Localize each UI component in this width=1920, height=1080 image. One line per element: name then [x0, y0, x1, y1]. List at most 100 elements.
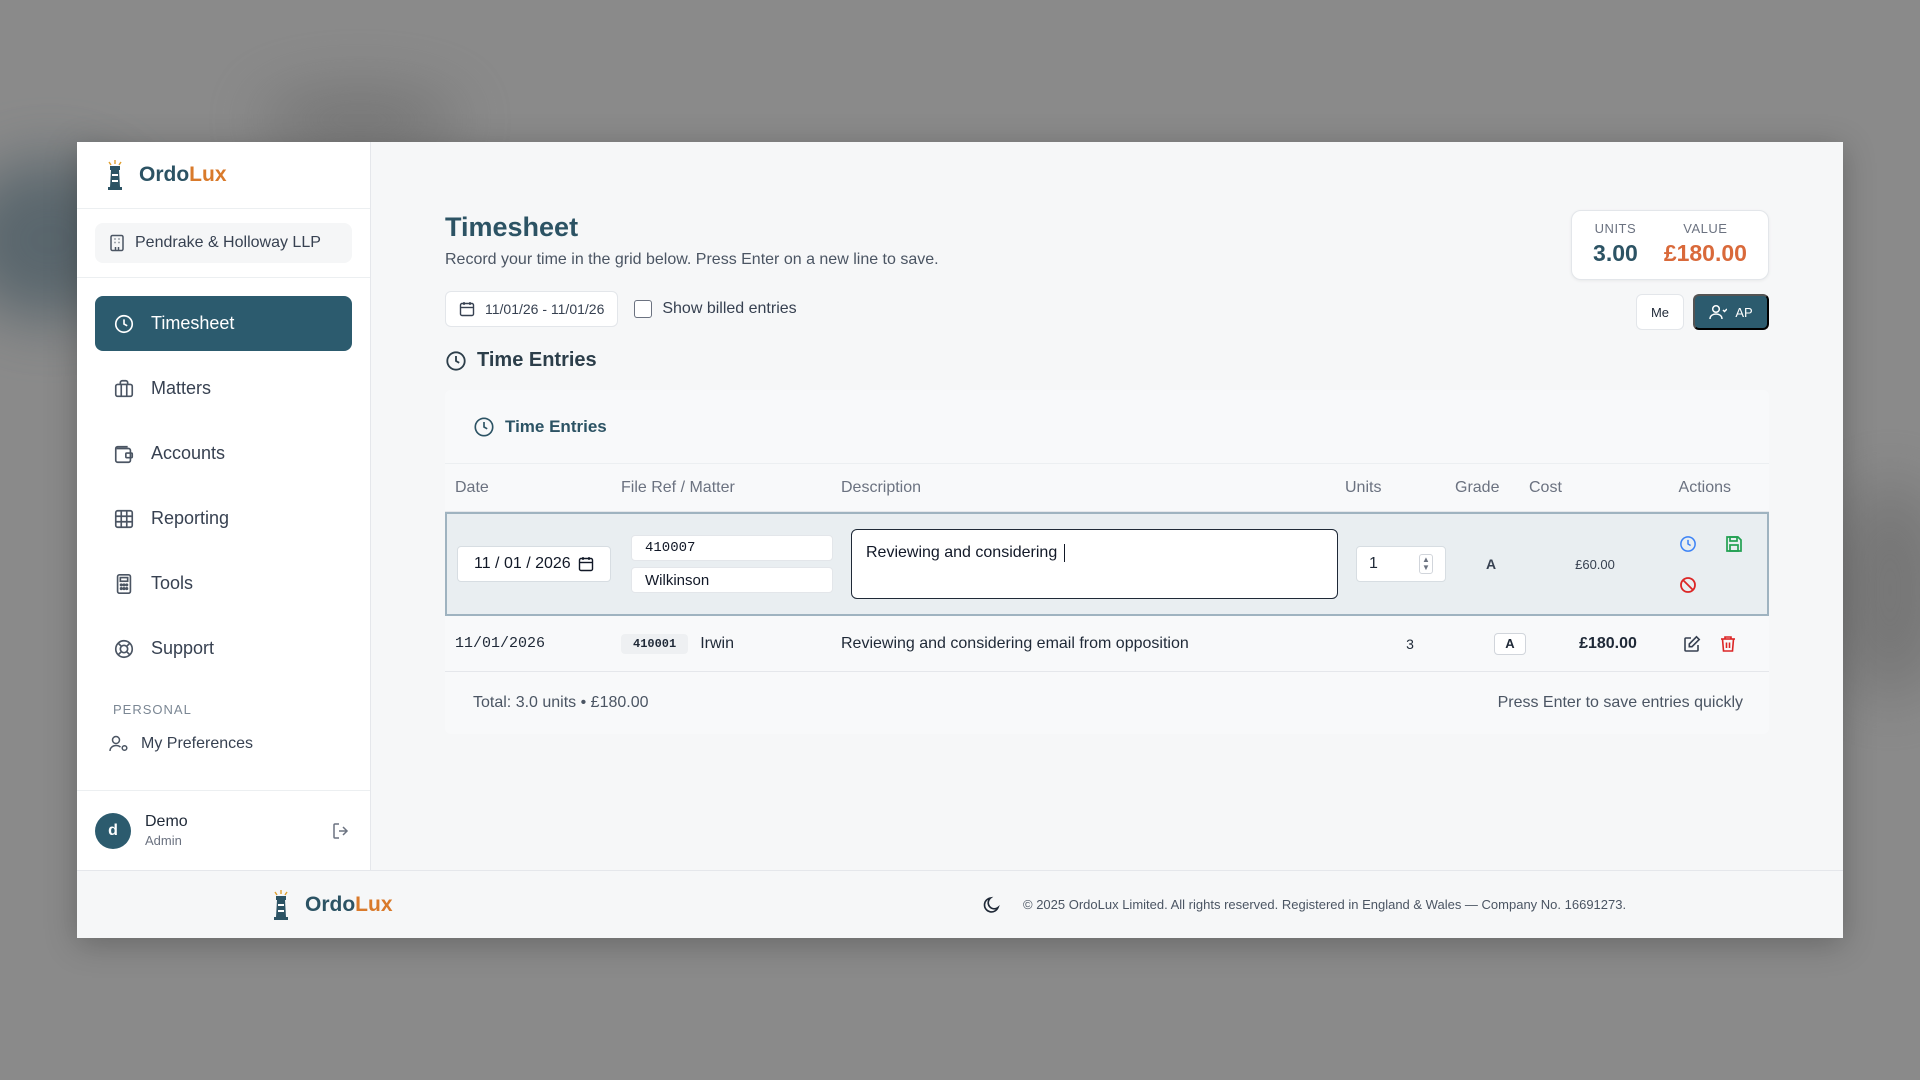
clock-icon: [474, 416, 494, 437]
entry-date-input[interactable]: 11 / 01 / 2026: [457, 546, 611, 582]
units-value: 3.00: [1593, 240, 1638, 266]
date-range-picker[interactable]: 11/01/26 - 11/01/26: [445, 291, 619, 327]
logout-icon: [333, 822, 349, 839]
sidebar-logo[interactable]: OrdoLux: [77, 142, 370, 209]
section-heading: Time Entries: [445, 349, 1769, 372]
row-units: 3: [1406, 635, 1414, 652]
dark-mode-toggle[interactable]: [983, 896, 1001, 914]
description-text: Reviewing and considering: [866, 544, 1062, 562]
building-icon: [110, 234, 124, 252]
file-ref-badge: 410001: [621, 633, 689, 654]
moon-icon: [983, 896, 1000, 913]
trash-icon: [1721, 635, 1735, 652]
nav-item-accounts[interactable]: Accounts: [95, 426, 352, 481]
nav-item-tools[interactable]: Tools: [95, 556, 352, 611]
user-meta: Demo Admin: [145, 813, 332, 848]
ap-button[interactable]: AP: [1693, 294, 1769, 330]
show-billed-checkbox[interactable]: [634, 300, 653, 318]
row-matter: Irwin: [700, 634, 734, 652]
units-stat: UNITS 3.00: [1593, 221, 1638, 279]
nav-item-preferences[interactable]: My Preferences: [109, 735, 370, 753]
app-window: OrdoLux Pendrake & Holloway LLP Timeshee: [77, 142, 1843, 938]
text-caret: [1063, 544, 1065, 562]
nav-item-label: Tools: [151, 573, 194, 593]
nav-item-timesheet[interactable]: Timesheet: [95, 296, 352, 351]
footer-info: © 2025 OrdoLux Limited. All rights reser…: [983, 896, 1626, 914]
value-stat: VALUE £180.00: [1664, 221, 1747, 279]
nav-item-matters[interactable]: Matters: [95, 361, 352, 416]
logout-button[interactable]: [332, 822, 350, 840]
units-value: 1: [1369, 555, 1378, 572]
file-ref-input[interactable]: 410007: [631, 535, 833, 561]
new-entry-actions: [1654, 532, 1767, 597]
user-profile: d Demo Admin: [77, 790, 370, 870]
row-cost: £180.00: [1579, 634, 1637, 652]
units-stepper[interactable]: 1 ▲ ▼: [1356, 546, 1446, 582]
clock-icon: [1679, 535, 1696, 552]
column-header-actions: Actions: [1678, 478, 1731, 496]
column-header-cost: Cost: [1529, 478, 1562, 496]
panel-title: Time Entries: [505, 416, 607, 436]
edit-icon: [1684, 635, 1701, 652]
save-icon: [1725, 535, 1742, 552]
grade-badge: A: [1494, 632, 1526, 655]
me-button[interactable]: Me: [1636, 294, 1684, 330]
timer-button[interactable]: [1676, 532, 1700, 556]
footer: OrdoLux © 2025 OrdoLux Limited. All righ…: [77, 870, 1843, 938]
grade-value: A: [1485, 556, 1497, 572]
firm-selector[interactable]: Pendrake & Holloway LLP: [95, 223, 352, 263]
briefcase-icon: [114, 379, 134, 397]
brand-name: OrdoLux: [139, 163, 227, 186]
row-file-ref: 410001 Irwin: [621, 633, 841, 654]
value-amount: £180.00: [1663, 240, 1747, 266]
delete-button[interactable]: [1719, 635, 1737, 653]
cost-value: £60.00: [1575, 556, 1615, 572]
description-input[interactable]: Reviewing and considering: [851, 529, 1338, 599]
edit-button[interactable]: [1683, 635, 1701, 653]
units-spinner[interactable]: ▲ ▼: [1419, 554, 1433, 574]
cancel-button[interactable]: [1676, 573, 1700, 597]
lighthouse-icon: [108, 160, 122, 190]
units-label: UNITS: [1594, 221, 1637, 236]
nav-item-support[interactable]: Support: [95, 621, 352, 676]
calendar-icon: [459, 302, 475, 317]
nav-item-reporting[interactable]: Reporting: [95, 491, 352, 546]
user-name: Demo: [145, 813, 188, 830]
clock-icon: [114, 314, 134, 333]
panel-header: Time Entries: [445, 390, 1769, 464]
backdrop-blur: [260, 90, 460, 150]
avatar[interactable]: d: [95, 812, 131, 849]
nav-item-label: Reporting: [151, 508, 230, 528]
ban-icon: [1679, 576, 1696, 593]
column-header-grade: Grade: [1455, 478, 1500, 496]
user-filter-toggle: Me AP: [1636, 294, 1769, 330]
footer-brand-name: OrdoLux: [305, 892, 393, 916]
save-button[interactable]: [1722, 532, 1746, 556]
filters-bar: 11/01/26 - 11/01/26 Show billed entries: [445, 291, 1769, 327]
show-billed-label: Show billed entries: [662, 300, 797, 317]
summary-card: UNITS 3.00 VALUE £180.00: [1571, 210, 1769, 280]
user-icon: [1709, 304, 1728, 320]
calendar-icon[interactable]: [578, 556, 594, 572]
entry-date-value: 11 / 01 / 2026: [474, 555, 571, 572]
row-description: Reviewing and considering email from opp…: [841, 634, 1189, 652]
footer-logo[interactable]: OrdoLux: [269, 889, 393, 921]
nav-item-label: Accounts: [151, 443, 226, 463]
main-nav: Timesheet Matters Accounts Reporting Too…: [77, 278, 370, 676]
nav-item-label: Matters: [151, 378, 212, 398]
save-hint: Press Enter to save entries quickly: [1497, 694, 1743, 711]
calculator-icon: [116, 573, 132, 594]
show-billed-toggle[interactable]: Show billed entries: [634, 300, 797, 318]
new-entry-row: 11 / 01 / 2026 410007 Wilkinson Reviewin…: [445, 512, 1769, 616]
file-ref-fields: 410007 Wilkinson: [631, 535, 833, 593]
copyright-text: © 2025 OrdoLux Limited. All rights reser…: [1023, 897, 1627, 912]
row-actions: [1651, 635, 1769, 653]
table-row: 11/01/2026 410001 Irwin Reviewing and co…: [445, 616, 1769, 672]
nav-item-label: Support: [151, 638, 215, 658]
nav-item-label: My Preferences: [141, 735, 254, 752]
total-summary: Total: 3.0 units • £180.00: [473, 694, 649, 711]
nav-item-label: Timesheet: [151, 313, 235, 333]
matter-input[interactable]: Wilkinson: [631, 567, 833, 593]
row-date: 11/01/2026: [455, 635, 546, 652]
clock-icon: [446, 350, 466, 371]
